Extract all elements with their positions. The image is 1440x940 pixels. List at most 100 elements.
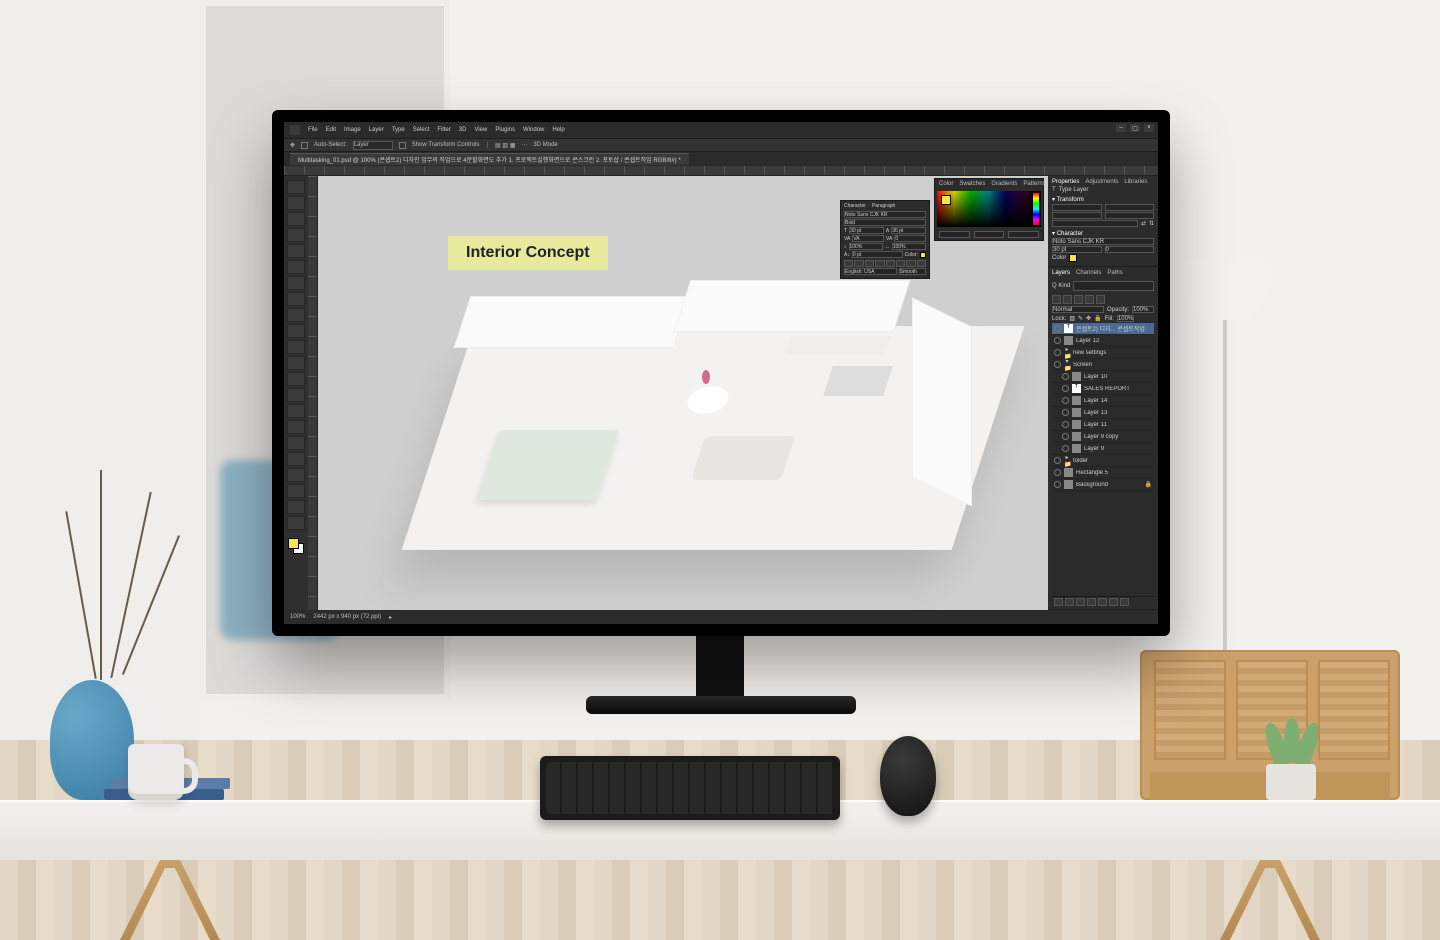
color-b-field[interactable] [1008, 231, 1039, 238]
menu-type[interactable]: Type [392, 127, 405, 133]
blend-mode-dropdown[interactable]: Normal [1052, 306, 1104, 313]
menu-help[interactable]: Help [552, 127, 564, 133]
flip-h-icon[interactable]: ⇄ [1141, 220, 1146, 227]
tool-preset-indicator[interactable]: ✥ [290, 142, 295, 149]
prop-y-field[interactable] [1105, 212, 1155, 219]
layer-name[interactable]: SALES REPORT [1084, 386, 1152, 392]
opacity-field[interactable]: 100% [1132, 306, 1154, 313]
layer-row[interactable]: ▾ 📁Screen [1052, 359, 1154, 371]
visibility-toggle-icon[interactable] [1062, 421, 1069, 428]
kerning-field[interactable]: VA [852, 235, 884, 242]
layer-name[interactable]: Screen [1073, 362, 1152, 368]
zoom-tool[interactable] [287, 500, 305, 514]
tab-paragraph[interactable]: Paragraph [872, 203, 895, 209]
layer-name[interactable]: Layer 10 [1084, 374, 1152, 380]
menu-view[interactable]: View [474, 127, 487, 133]
tab-character[interactable]: Character [844, 203, 866, 209]
eraser-tool[interactable] [287, 356, 305, 370]
edit-toolbar[interactable] [287, 516, 305, 530]
visibility-toggle-icon[interactable] [1062, 373, 1069, 380]
quick-select-tool[interactable] [287, 228, 305, 242]
auto-select-dropdown[interactable]: Layer [353, 141, 393, 150]
small-caps-button[interactable] [875, 260, 884, 267]
ruler-vertical[interactable] [308, 176, 318, 610]
horizontal-scale-field[interactable]: 100% [892, 243, 926, 250]
visibility-toggle-icon[interactable] [1062, 397, 1069, 404]
prop-height-field[interactable] [1052, 212, 1102, 219]
foreground-color-swatch[interactable] [288, 538, 299, 549]
underline-button[interactable] [906, 260, 915, 267]
visibility-toggle-icon[interactable] [1054, 481, 1061, 488]
layer-row[interactable]: Rectangle 5 [1052, 467, 1154, 479]
layer-row[interactable]: Layer 11 [1052, 419, 1154, 431]
new-group-icon[interactable] [1098, 598, 1107, 606]
new-adjustment-icon[interactable] [1087, 598, 1096, 606]
tab-paths[interactable]: Paths [1107, 270, 1122, 276]
align-icons[interactable]: ▤ ▥ ▦ [495, 142, 515, 149]
text-layer-interior-concept[interactable]: Interior Concept [448, 236, 608, 270]
menu-layer[interactable]: Layer [369, 127, 384, 133]
prop-font-family-field[interactable]: Noto Sans CJK KR [1052, 238, 1154, 245]
filter-smart-icon[interactable] [1096, 295, 1105, 304]
tab-patterns[interactable]: Patterns [1023, 181, 1045, 187]
layer-mask-icon[interactable] [1076, 598, 1085, 606]
rectangle-tool[interactable] [287, 468, 305, 482]
layer-row[interactable]: Layer 14 [1052, 395, 1154, 407]
prop-rotate-field[interactable] [1052, 220, 1138, 227]
all-caps-button[interactable] [865, 260, 874, 267]
status-chevron-icon[interactable]: ▸ [389, 614, 392, 621]
font-family-dropdown[interactable]: Noto Sans CJK KR [844, 211, 926, 218]
hand-tool[interactable] [287, 484, 305, 498]
tab-properties[interactable]: Properties [1052, 179, 1079, 185]
show-transform-checkbox[interactable] [399, 142, 406, 149]
filter-shape-icon[interactable] [1085, 295, 1094, 304]
layer-row[interactable]: ▸ 📁folder [1052, 455, 1154, 467]
window-close-button[interactable]: × [1144, 124, 1154, 132]
tab-color[interactable]: Color [939, 181, 953, 187]
dodge-tool[interactable] [287, 404, 305, 418]
font-style-dropdown[interactable]: Bold [844, 219, 926, 226]
lock-all-icon[interactable]: 🔒 [1094, 315, 1101, 322]
blur-tool[interactable] [287, 388, 305, 402]
layer-name[interactable]: Layer 11 [1084, 422, 1152, 428]
layer-row[interactable]: T콘셉트2) 디자... 콘셉트작업 [1052, 323, 1154, 335]
tab-libraries[interactable]: Libraries [1124, 179, 1147, 185]
frame-tool[interactable] [287, 260, 305, 274]
visibility-toggle-icon[interactable] [1054, 469, 1061, 476]
crop-tool[interactable] [287, 244, 305, 258]
menu-filter[interactable]: Filter [437, 127, 450, 133]
gradient-tool[interactable] [287, 372, 305, 386]
vertical-scale-field[interactable]: 100% [849, 243, 883, 250]
brush-tool[interactable] [287, 308, 305, 322]
auto-select-checkbox[interactable] [301, 142, 308, 149]
antialias-dropdown[interactable]: Smooth [899, 268, 926, 275]
color-panel[interactable]: Color Swatches Gradients Patterns [934, 178, 1044, 241]
layer-name[interactable]: Background [1076, 482, 1142, 488]
doc-dimensions[interactable]: 2442 px x 940 px (72 ppi) [313, 614, 381, 620]
visibility-toggle-icon[interactable] [1062, 433, 1069, 440]
lock-pixels-icon[interactable]: ✎ [1078, 315, 1083, 322]
history-brush-tool[interactable] [287, 340, 305, 354]
layers-filter-dropdown[interactable] [1073, 281, 1154, 291]
menu-3d[interactable]: 3D [459, 127, 467, 133]
filter-text-icon[interactable] [1074, 295, 1083, 304]
properties-panel[interactable]: Properties Adjustments Libraries TType L… [1048, 176, 1158, 267]
menu-image[interactable]: Image [344, 127, 361, 133]
flip-v-icon[interactable]: ⇅ [1149, 220, 1154, 227]
clone-stamp-tool[interactable] [287, 324, 305, 338]
superscript-button[interactable] [886, 260, 895, 267]
layer-name[interactable]: 콘셉트2) 디자... 콘셉트작업 [1076, 324, 1152, 333]
fg-bg-swatches[interactable] [288, 538, 304, 554]
color-r-field[interactable] [939, 231, 970, 238]
faux-italic-button[interactable] [854, 260, 863, 267]
visibility-toggle-icon[interactable] [1054, 361, 1061, 368]
subscript-button[interactable] [896, 260, 905, 267]
menu-window[interactable]: Window [523, 127, 544, 133]
prop-tracking-field[interactable]: 0 [1105, 246, 1155, 253]
lock-transparency-icon[interactable]: ▨ [1069, 315, 1075, 322]
layer-name[interactable]: Layer 9 copy [1084, 434, 1152, 440]
strikethrough-button[interactable] [917, 260, 926, 267]
layer-name[interactable]: new settings [1073, 350, 1152, 356]
ruler-horizontal[interactable] [284, 166, 1158, 176]
tab-adjustments[interactable]: Adjustments [1085, 179, 1118, 185]
